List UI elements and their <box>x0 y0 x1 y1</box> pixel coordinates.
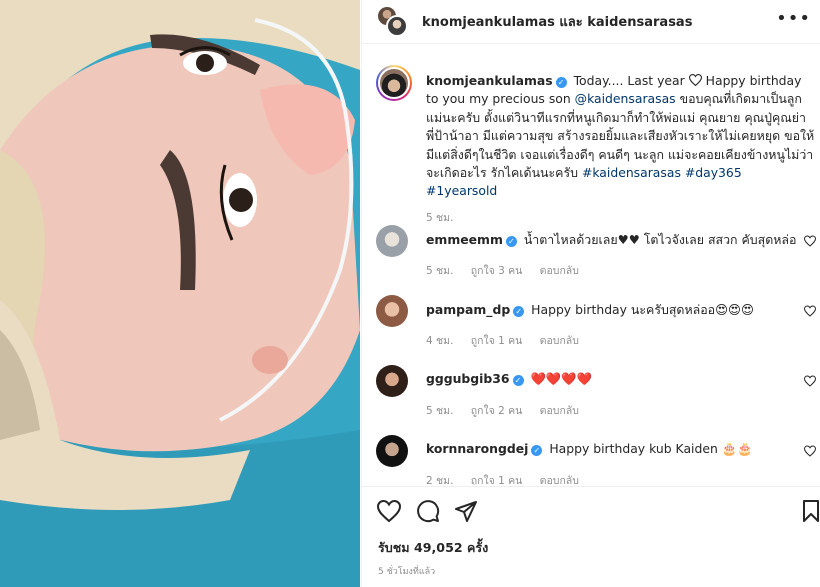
hashtag-link[interactable]: #kaidensarasas <box>582 165 681 180</box>
comment-like-icon[interactable] <box>804 235 816 247</box>
post-timestamp[interactable]: 5 ชั่วโมงที่แล้ว <box>378 564 435 578</box>
avatar[interactable] <box>376 435 408 467</box>
heart-icon[interactable] <box>377 499 401 523</box>
verified-badge-icon: ✓ <box>512 375 524 386</box>
views-count[interactable]: รับชม 49,052 ครั้ง <box>378 538 488 558</box>
comment-likes[interactable]: ถูกใจ 1 คน <box>471 475 523 485</box>
avatar[interactable] <box>376 225 408 257</box>
caption-text-a: Today.... Last year <box>573 73 685 88</box>
verified-badge-icon: ✓ <box>505 236 517 247</box>
comment-username[interactable]: kornnarongdej <box>426 441 528 456</box>
caption-username[interactable]: knomjeankulamas <box>426 73 553 88</box>
post-photo <box>0 0 360 587</box>
comment-like-icon[interactable] <box>804 445 816 457</box>
comment-text: pampam_dp ✓ Happy birthday นะครับสุดหล่ออ… <box>426 301 754 320</box>
comment-meta: 2 ชม. ถูกใจ 1 คน ตอบกลับ <box>426 472 593 485</box>
comment-likes[interactable]: ถูกใจ 2 คน <box>471 405 523 417</box>
comment-body: Happy birthday นะครับสุดหล่ออ😍😍😍 <box>531 302 754 317</box>
reply-button[interactable]: ตอบกลับ <box>540 475 579 485</box>
photo-illustration <box>0 0 360 587</box>
comment-time[interactable]: 2 ชม. <box>426 475 453 485</box>
verified-badge-icon: ✓ <box>555 77 567 88</box>
more-horizontal-icon[interactable]: ••• <box>776 8 811 29</box>
avatar[interactable] <box>376 65 412 101</box>
post-header: knomjeankulamas และ kaidensarasas ••• <box>362 0 820 44</box>
comment-like-icon[interactable] <box>804 305 816 317</box>
mention-link[interactable]: @kaidensarasas <box>575 91 676 106</box>
comment-body: Happy birthday kub Kaiden 🎂🎂 <box>549 441 753 456</box>
comment-text: emmeemm ✓ น้ำตาไหลด้วยเลย♥♥ โตไวจังเลย สส… <box>426 231 796 250</box>
comment-item: pampam_dp ✓ Happy birthday นะครับสุดหล่ออ… <box>376 295 816 355</box>
comment-text: kornnarongdej ✓ Happy birthday kub Kaiden… <box>426 441 753 457</box>
comment-time[interactable]: 5 ชม. <box>426 405 453 417</box>
reply-button[interactable]: ตอบกลับ <box>540 265 579 277</box>
avatar[interactable] <box>386 15 408 37</box>
verified-badge-icon: ✓ <box>513 306 525 317</box>
hashtag-link[interactable]: #1yearsold <box>426 183 497 198</box>
verified-badge-icon: ✓ <box>531 445 543 456</box>
comment-body: ❤️❤️❤️❤️ <box>530 371 593 386</box>
post-authors[interactable]: knomjeankulamas และ kaidensarasas <box>422 11 692 32</box>
reply-button[interactable]: ตอบกลับ <box>540 335 579 347</box>
comment-like-icon[interactable] <box>804 375 816 387</box>
comment-item: kornnarongdej ✓ Happy birthday kub Kaiden… <box>376 435 816 485</box>
comment-time[interactable]: 5 ชม. <box>426 265 453 277</box>
comment-body: น้ำตาไหลด้วยเลย♥♥ โตไวจังเลย สสวก คับสุด… <box>523 232 797 247</box>
comment-item: gggubgib36 ✓ ❤️❤️❤️❤️ 5 ชม. ถูกใจ 2 คน ตอ… <box>376 365 816 425</box>
comment-meta: 4 ชม. ถูกใจ 1 คน ตอบกลับ <box>426 332 593 349</box>
comment-meta: 5 ชม. ถูกใจ 3 คน ตอบกลับ <box>426 262 593 279</box>
avatar[interactable] <box>376 295 408 327</box>
reply-button[interactable]: ตอบกลับ <box>540 405 579 417</box>
comment-username[interactable]: emmeemm <box>426 232 503 247</box>
comment-likes[interactable]: ถูกใจ 3 คน <box>471 265 523 277</box>
heart-outline-icon <box>688 74 702 87</box>
bookmark-icon[interactable] <box>799 499 820 523</box>
hashtag-link[interactable]: #day365 <box>685 165 742 180</box>
send-icon[interactable] <box>454 499 478 523</box>
post-detail-panel: knomjeankulamas และ kaidensarasas ••• kn… <box>361 0 820 587</box>
comment-time[interactable]: 4 ชม. <box>426 335 453 347</box>
comment-text: gggubgib36 ✓ ❤️❤️❤️❤️ <box>426 371 592 387</box>
comment-username[interactable]: gggubgib36 <box>426 371 510 386</box>
comment-item: emmeemm ✓ น้ำตาไหลด้วยเลย♥♥ โตไวจังเลย สส… <box>376 225 816 285</box>
post-actions: รับชม 49,052 ครั้ง 5 ชั่วโมงที่แล้ว <box>362 486 820 587</box>
comment-meta: 5 ชม. ถูกใจ 2 คน ตอบกลับ <box>426 402 593 419</box>
comment-username[interactable]: pampam_dp <box>426 302 510 317</box>
avatar[interactable] <box>376 365 408 397</box>
comment-icon[interactable] <box>416 499 440 523</box>
comments-list: knomjeankulamas ✓ Today.... Last year Hap… <box>362 45 820 485</box>
comment-likes[interactable]: ถูกใจ 1 คน <box>471 335 523 347</box>
collab-avatars[interactable] <box>376 5 410 39</box>
caption-body: knomjeankulamas ✓ Today.... Last year Hap… <box>426 72 816 227</box>
